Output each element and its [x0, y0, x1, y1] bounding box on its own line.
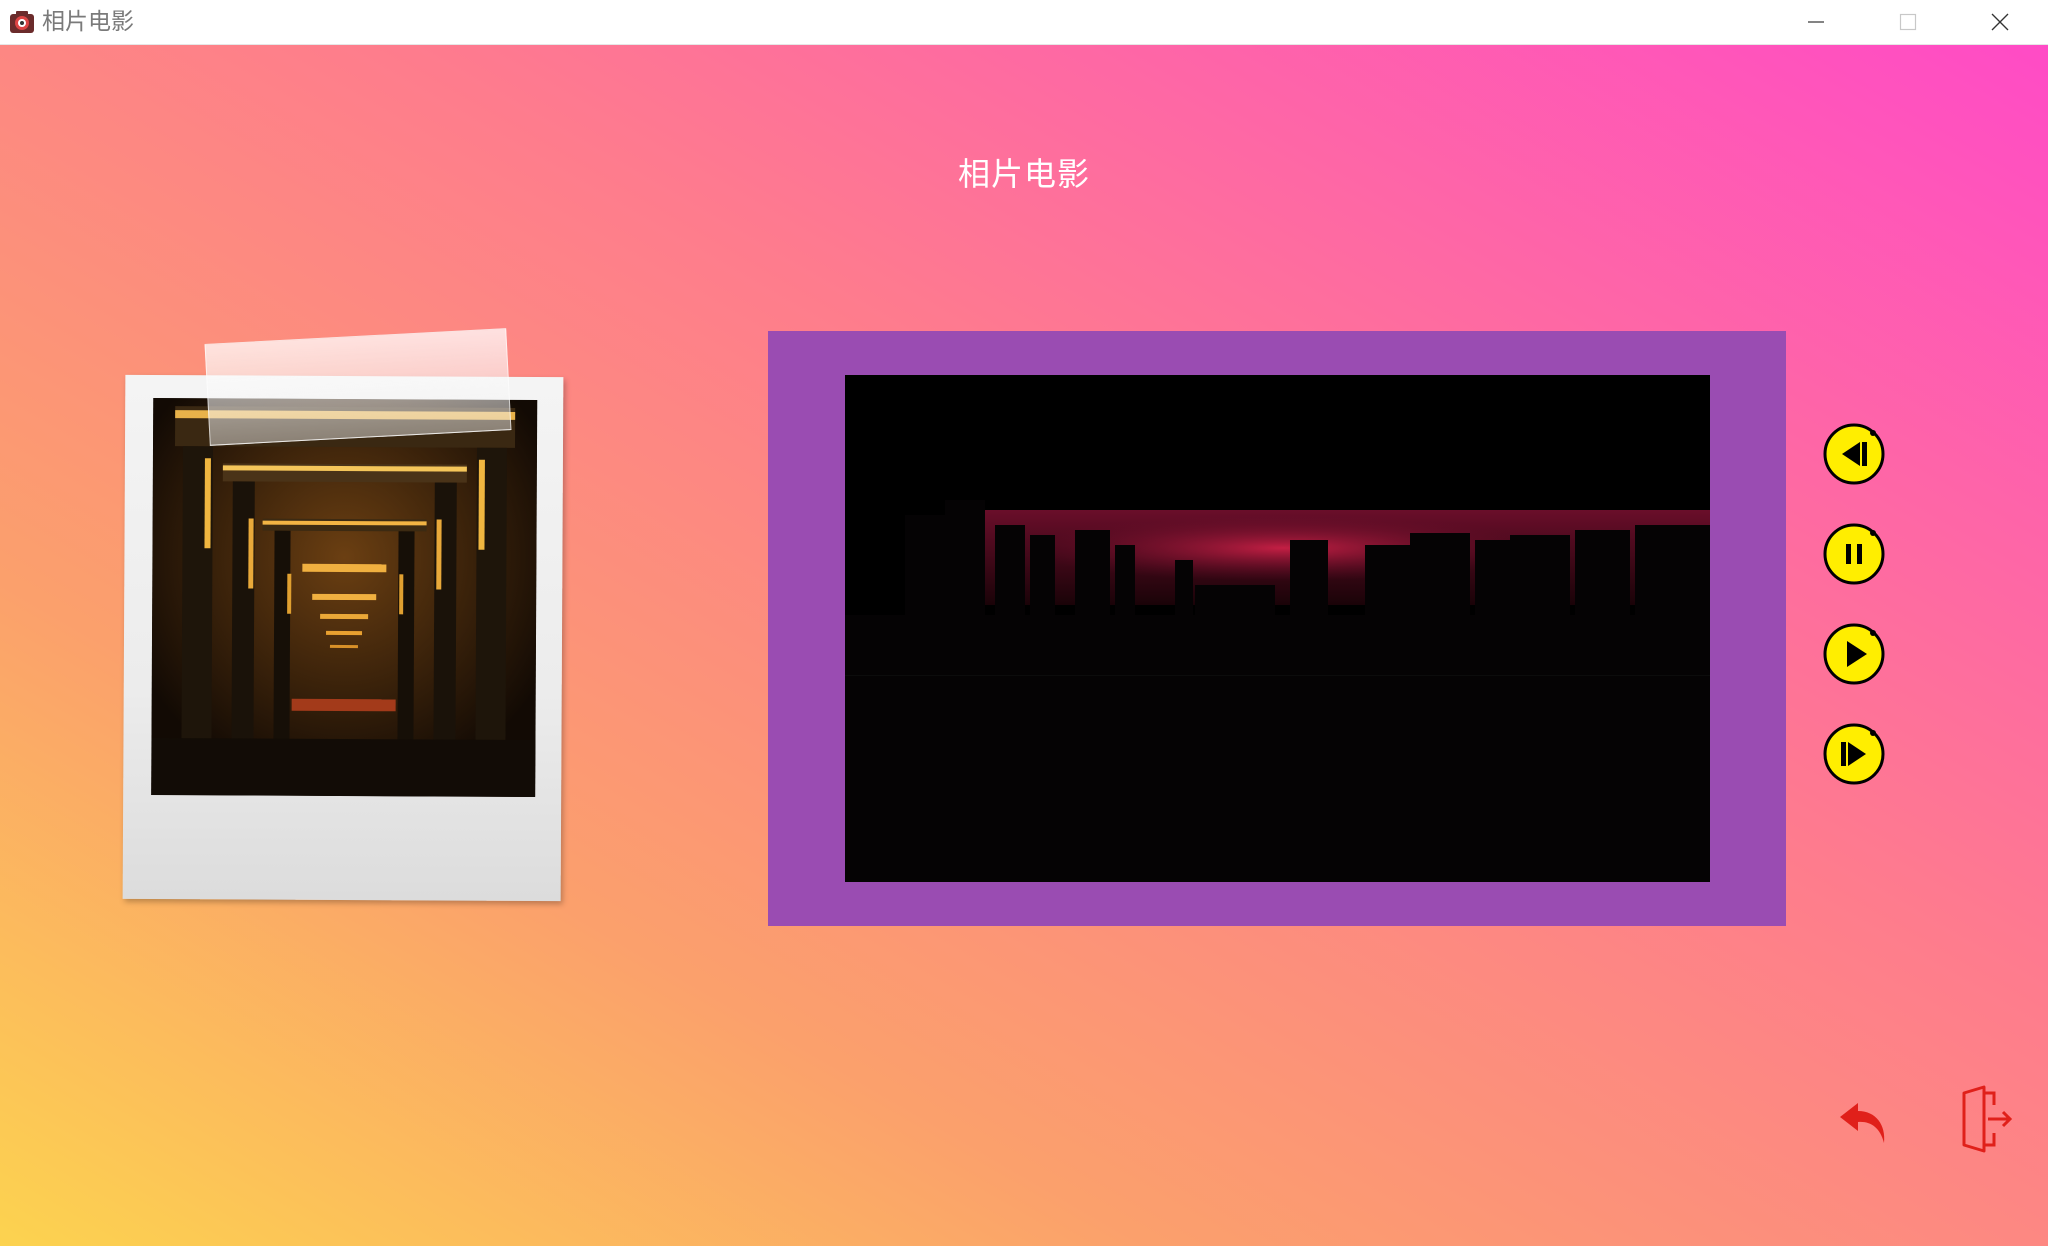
next-button[interactable] — [1823, 723, 1885, 785]
close-icon — [1991, 13, 2009, 31]
tape-decoration — [204, 328, 512, 446]
exit-door-icon — [1962, 1085, 2013, 1153]
close-button[interactable] — [1954, 0, 2046, 45]
city-skyline-sunset-frame — [845, 375, 1710, 882]
play-icon — [1823, 623, 1885, 685]
window-title: 相片电影 — [42, 9, 134, 35]
minimize-icon — [1808, 21, 1824, 23]
previous-button[interactable] — [1823, 423, 1885, 485]
pause-button[interactable] — [1823, 523, 1885, 585]
minimize-button[interactable] — [1770, 0, 1862, 45]
maximize-icon — [1899, 13, 1917, 31]
pause-icon — [1823, 523, 1885, 585]
page-title: 相片电影 — [957, 155, 1090, 193]
photo-card — [122, 374, 564, 902]
previous-icon — [1823, 423, 1885, 485]
play-button[interactable] — [1823, 623, 1885, 685]
back-arrow-icon — [1840, 1103, 1885, 1143]
corridor-night-photo — [151, 398, 538, 798]
window-title-bar: 相片电影 — [0, 0, 2048, 45]
next-icon — [1823, 723, 1885, 785]
video-screen[interactable] — [845, 375, 1710, 882]
exit-button[interactable] — [1958, 1085, 2014, 1153]
app-camera-icon — [8, 8, 36, 36]
video-frame — [768, 331, 1786, 926]
maximize-button[interactable] — [1862, 0, 1954, 45]
back-button[interactable] — [1836, 1095, 1892, 1151]
